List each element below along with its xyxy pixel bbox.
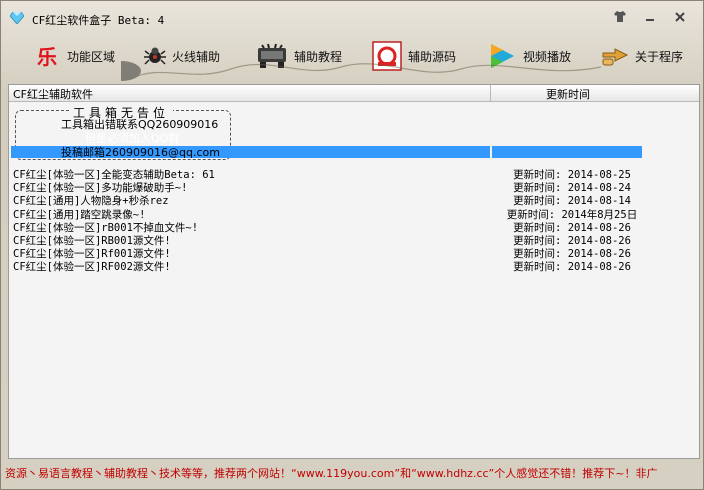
selection-divider [490,146,492,158]
list-item-time: 更新时间: 2014-08-26 [513,261,631,274]
minimize-button[interactable] [639,9,661,27]
scrolling-notice[interactable]: 资源丶易语言教程丶辅助教程丶技术等等，推荐两个网站！“www.119you.co… [5,465,657,481]
list-item[interactable]: CF红尘[通用]踏空跳录像~! 更新时间: 2014年8月25日 [13,207,693,221]
list-item[interactable]: CF红尘[通用]人物隐身+秒杀rez 更新时间: 2014-08-14 [13,193,693,207]
svg-text:乐: 乐 [37,45,57,69]
close-icon [675,12,685,22]
list-item[interactable]: CF红尘[体验一区]Rf001源文件! 更新时间: 2014-08-26 [13,246,693,260]
notice-area: 工具箱无告位 工具箱出错联系QQ260909016 但是必须加入QQ群 投稿邮箱… [9,102,699,160]
toolbar-label: 功能区域 [67,49,116,64]
notice-line-email: 投稿邮箱260909016@qq.com [61,146,220,159]
list-header: CF红尘辅助软件 更新时间 [9,85,699,102]
title-bar[interactable]: CF红尘软件盒子 Beta: 4 [1,1,703,31]
list-item[interactable]: CF红尘[体验一区]rB001不掉血文件~! 更新时间: 2014-08-26 [13,220,693,234]
app-window: CF红尘软件盒子 Beta: 4 乐 功能区域 火线辅助 辅助教程 辅助源码 视… [0,0,704,490]
column-header-name[interactable]: CF红尘辅助软件 [13,86,93,102]
software-list[interactable]: CF红尘辅助软件 更新时间 工具箱无告位 工具箱出错联系QQ260909016 … [8,84,700,459]
minimize-icon [646,19,654,21]
toolbar-label: 关于程序 [635,49,684,64]
column-header-time[interactable]: 更新时间 [491,86,645,102]
skin-button[interactable] [609,9,631,27]
le-logo-icon: 乐 [37,45,57,69]
list-item-name: CF红尘[体验一区]RF002源文件! [13,261,171,274]
banner-art [121,61,602,81]
footer-bar: 资源丶易语言教程丶辅助教程丶技术等等，推荐两个网站！“www.119you.co… [1,461,703,483]
list-item[interactable]: CF红尘[体验一区]多功能爆破助手~! 更新时间: 2014-08-24 [13,180,693,194]
window-title: CF红尘软件盒子 Beta: 4 [32,14,165,27]
shirt-icon [614,11,626,22]
diamond-icon [10,12,24,24]
close-button[interactable] [669,9,691,27]
list-item[interactable]: CF红尘[体验一区]全能变态辅助Beta: 61 更新时间: 2014-08-25 [13,167,693,181]
list-item[interactable]: CF红尘[体验一区]RF002源文件! 更新时间: 2014-08-26 [13,259,693,274]
list-item[interactable]: CF红尘[体验一区]RB001源文件! 更新时间: 2014-08-26 [13,233,693,247]
toolbar-function-area[interactable]: 乐 功能区域 [35,37,115,75]
